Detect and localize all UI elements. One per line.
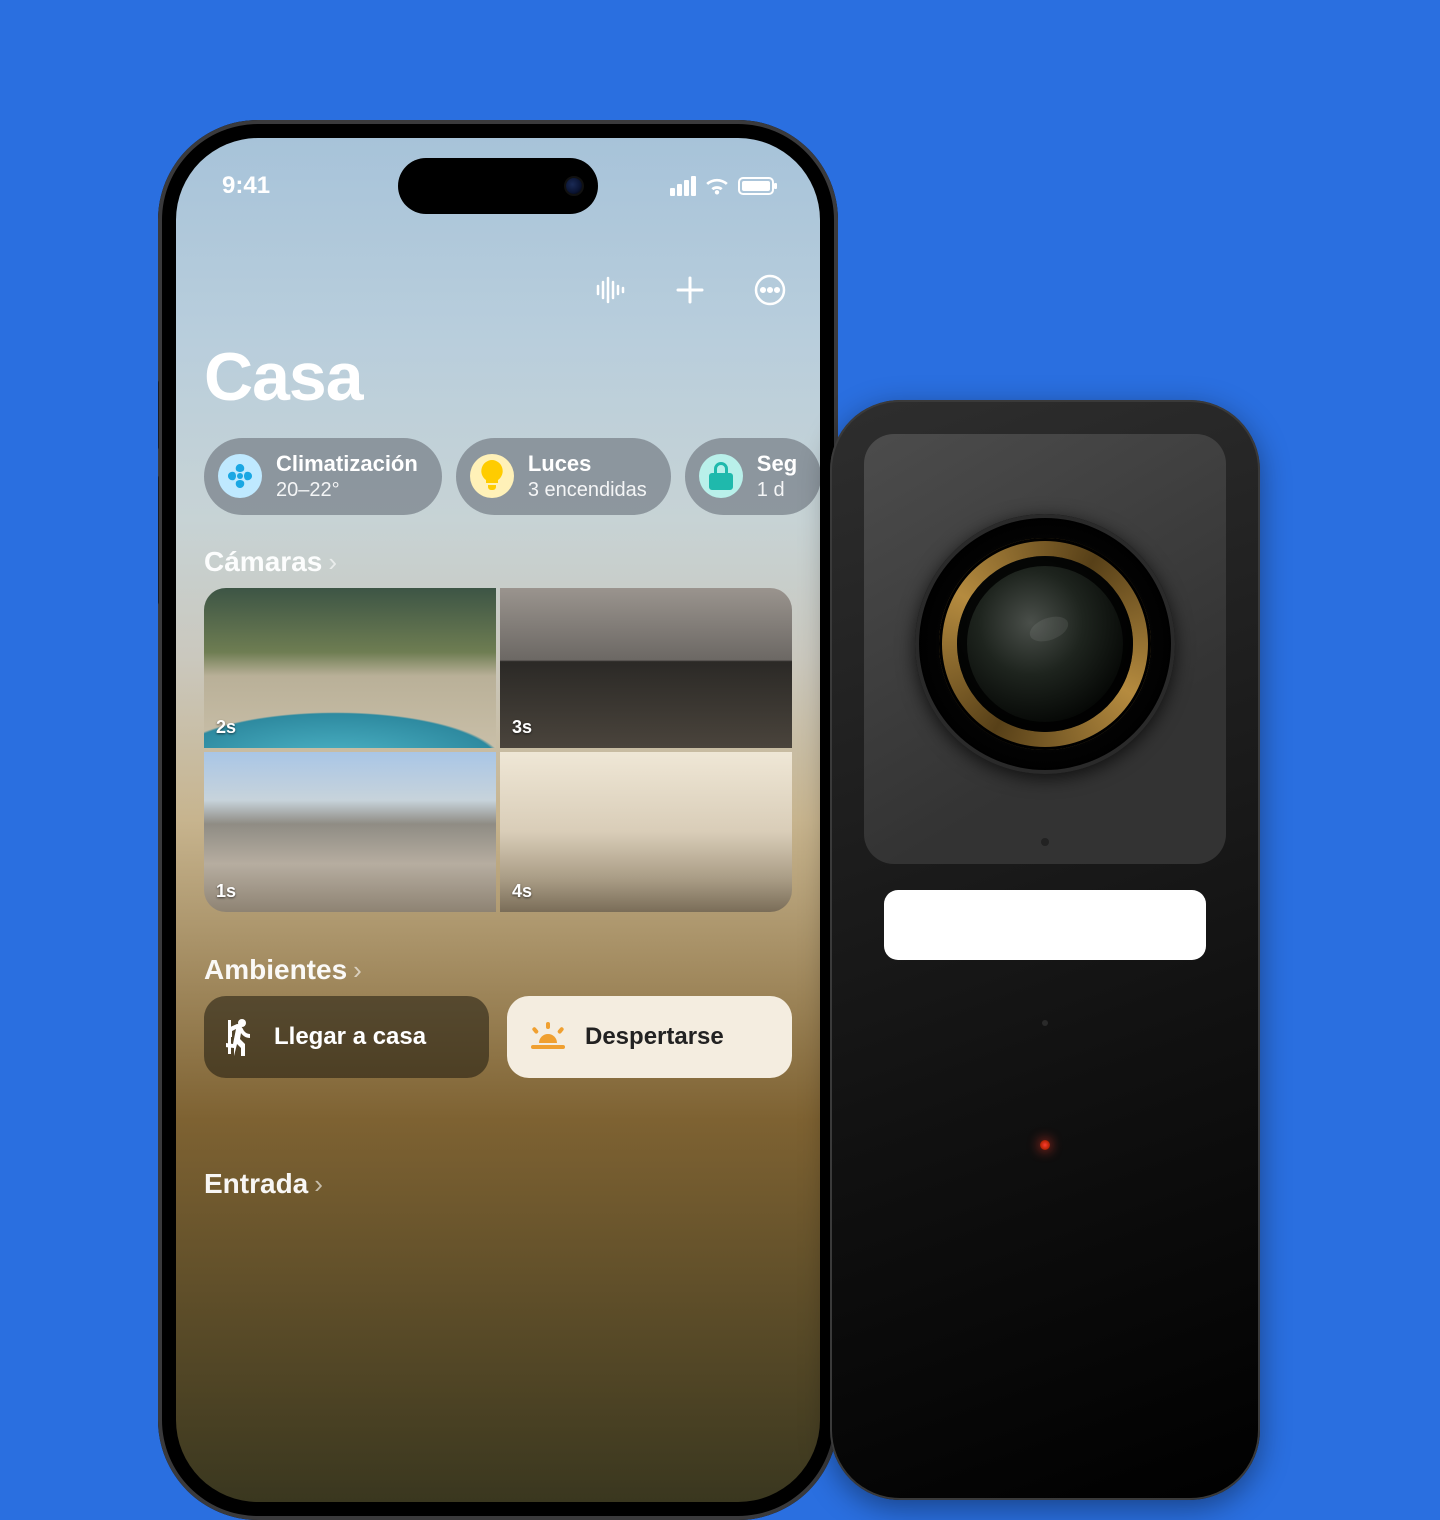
battery-icon (738, 177, 774, 195)
category-subtitle: 3 encendidas (528, 478, 647, 503)
camera-tile-garage[interactable]: 3s (500, 588, 792, 748)
doorbell-nameplate (884, 890, 1206, 960)
front-camera-icon (564, 176, 584, 196)
sunrise-icon (529, 1022, 567, 1052)
cellular-signal-icon (670, 176, 696, 196)
bulb-icon (470, 454, 514, 498)
intercom-button[interactable] (588, 268, 632, 312)
scene-wake-up[interactable]: Despertarse (507, 996, 792, 1078)
doorbell-camera-face (864, 434, 1226, 864)
home-app-screen: 9:41 (176, 138, 820, 1502)
scene-arrive-home[interactable]: Llegar a casa (204, 996, 489, 1078)
camera-tile-pool[interactable]: 2s (204, 588, 496, 748)
fan-icon (218, 454, 262, 498)
section-header-entry[interactable]: Entrada › (204, 1168, 323, 1200)
more-options-button[interactable] (748, 268, 792, 312)
doorbell-lens (915, 514, 1175, 774)
wifi-icon (704, 176, 730, 196)
status-indicators (670, 176, 774, 196)
scene-label: Despertarse (585, 1023, 724, 1051)
camera-thumbnail (204, 588, 496, 748)
section-header-scenes[interactable]: Ambientes › (204, 954, 362, 986)
camera-thumbnail (500, 588, 792, 748)
section-header-cameras[interactable]: Cámaras › (204, 546, 337, 578)
chevron-right-icon: › (353, 955, 362, 986)
home-toolbar (588, 268, 792, 312)
camera-tile-living[interactable]: 4s (500, 752, 792, 912)
chevron-right-icon: › (314, 1169, 323, 1200)
doorbell-device (830, 400, 1260, 1500)
camera-timestamp: 4s (512, 881, 532, 902)
camera-timestamp: 2s (216, 717, 236, 738)
category-pill-row: Climatización 20–22° Luces 3 encendidas (204, 438, 820, 515)
doorbell-status-led-icon (1040, 1140, 1050, 1150)
home-title: Casa (204, 338, 363, 416)
camera-thumbnail (204, 752, 496, 912)
dynamic-island (398, 158, 598, 214)
camera-thumbnail (500, 752, 792, 912)
category-pill-climate[interactable]: Climatización 20–22° (204, 438, 442, 515)
category-subtitle: 20–22° (276, 478, 418, 503)
iphone-device-frame: 9:41 (158, 120, 838, 1520)
person-walk-icon (226, 1018, 256, 1056)
scene-label: Llegar a casa (274, 1023, 426, 1051)
lock-icon (699, 454, 743, 498)
category-pill-lights[interactable]: Luces 3 encendidas (456, 438, 671, 515)
chevron-right-icon: › (328, 547, 337, 578)
scene-row: Llegar a casa Despertarse (204, 996, 792, 1078)
camera-tile-front[interactable]: 1s (204, 752, 496, 912)
section-title: Cámaras (204, 546, 322, 578)
section-title: Entrada (204, 1168, 308, 1200)
category-pill-security[interactable]: Seg 1 d (685, 438, 820, 515)
category-title: Seg (757, 450, 797, 478)
category-title: Climatización (276, 450, 418, 478)
add-accessory-button[interactable] (668, 268, 712, 312)
category-title: Luces (528, 450, 647, 478)
camera-timestamp: 3s (512, 717, 532, 738)
camera-grid: 2s 3s 1s 4s (204, 588, 792, 912)
status-time: 9:41 (222, 172, 270, 200)
category-subtitle: 1 d (757, 478, 797, 503)
camera-timestamp: 1s (216, 881, 236, 902)
doorbell-mic-icon (1041, 838, 1049, 846)
section-title: Ambientes (204, 954, 347, 986)
doorbell-sensor-icon (1042, 1020, 1048, 1026)
